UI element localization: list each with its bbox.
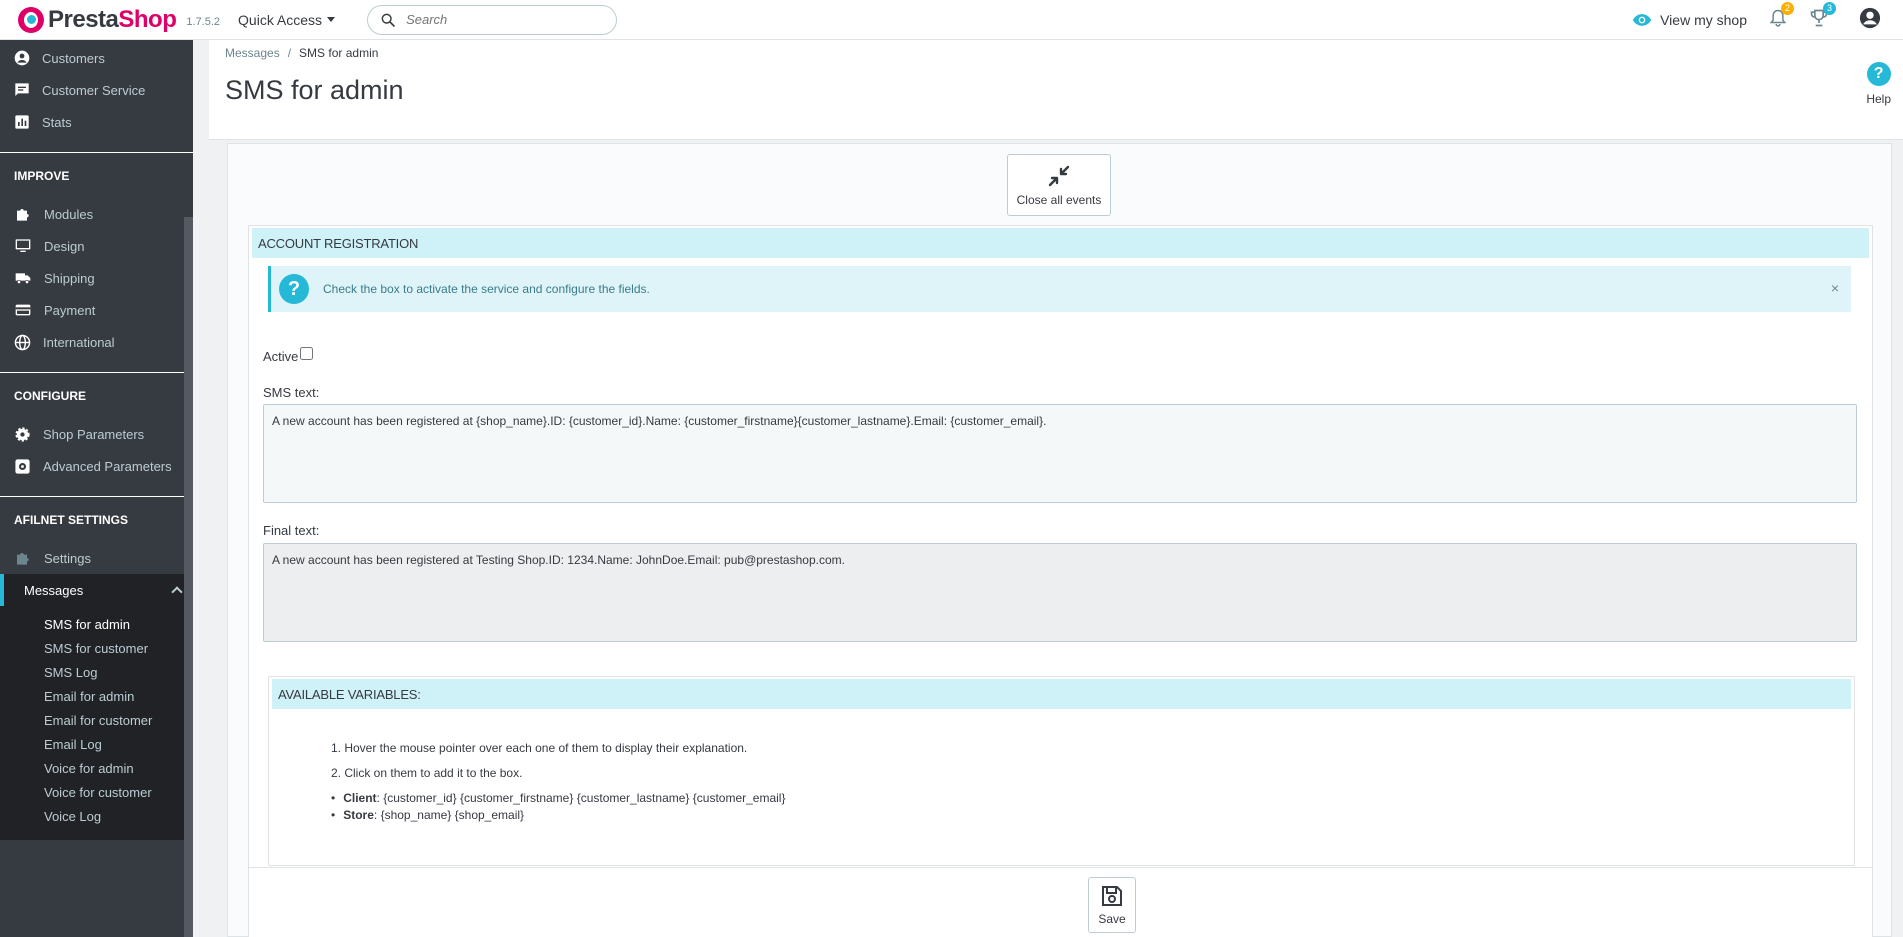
view-my-shop-link[interactable]: View my shop xyxy=(1632,12,1747,28)
puzzle-icon xyxy=(17,209,29,221)
account-icon xyxy=(1859,7,1881,29)
messages-submenu: SMS for admin SMS for customer SMS Log E… xyxy=(0,606,193,840)
close-icon[interactable]: × xyxy=(1831,280,1839,296)
sidebar-item-modules[interactable]: Modules xyxy=(0,198,193,230)
breadcrumb-current: SMS for admin xyxy=(299,46,379,60)
sidebar-item-shop-parameters[interactable]: Shop Parameters xyxy=(0,418,193,450)
page-header: Messages / SMS for admin SMS for admin ? H… xyxy=(209,40,1903,140)
sidebar-item-customer-service[interactable]: Customer Service xyxy=(0,74,193,106)
chat-icon xyxy=(15,83,29,96)
main-panel: Close all events ACCOUNT REGISTRATION ? … xyxy=(227,143,1892,937)
variable-customer-email[interactable]: {customer_email} xyxy=(693,791,786,805)
logo-text: PrestaShop xyxy=(48,5,177,33)
notifications-bell[interactable]: 2 xyxy=(1769,2,1794,31)
section-title[interactable]: ACCOUNT REGISTRATION xyxy=(252,228,1869,258)
version-label: 1.7.5.2 xyxy=(186,15,221,28)
alert-text: Check the box to activate the service an… xyxy=(323,282,650,296)
instruction-item: 1. Hover the mouse pointer over each one… xyxy=(331,741,748,755)
orders-count-badge: 2 xyxy=(1781,2,1794,15)
variable-customer-firstname[interactable]: {customer_firstname} xyxy=(460,791,573,805)
submenu-sms-log[interactable]: SMS Log xyxy=(0,660,193,684)
puzzle-icon xyxy=(17,553,29,565)
eye-icon xyxy=(1632,13,1652,26)
sidebar-item-advanced-parameters[interactable]: Advanced Parameters xyxy=(0,450,193,482)
search-box[interactable] xyxy=(367,4,618,35)
submenu-sms-for-customer[interactable]: SMS for customer xyxy=(0,636,193,660)
sidebar-section-improve: IMPROVE xyxy=(0,152,193,198)
chevron-up-icon xyxy=(171,586,183,598)
caret-down-icon xyxy=(327,17,336,22)
save-button[interactable]: Save xyxy=(1088,877,1136,933)
available-variables-box: AVAILABLE VARIABLES: 1. Hover the mouse … xyxy=(268,676,1855,866)
submenu-email-for-admin[interactable]: Email for admin xyxy=(0,684,193,708)
collapse-arrows-icon xyxy=(1048,165,1070,186)
breadcrumb: Messages / SMS for admin xyxy=(225,46,379,60)
sidebar-item-afilnet-settings[interactable]: Settings xyxy=(0,542,193,574)
help-icon: ? xyxy=(1866,62,1891,86)
gear-icon xyxy=(15,426,30,442)
sidebar-item-payment[interactable]: Payment xyxy=(0,294,193,326)
sidebar-item-messages[interactable]: Messages xyxy=(0,574,193,606)
employee-menu[interactable] xyxy=(1859,7,1881,32)
credit-card-icon xyxy=(15,304,31,316)
client-variables: Client: {customer_id} {customer_firstnam… xyxy=(331,791,785,805)
instruction-item: 2. Click on them to add it to the box. xyxy=(331,766,523,780)
submenu-voice-for-admin[interactable]: Voice for admin xyxy=(0,756,193,780)
submenu-email-log[interactable]: Email Log xyxy=(0,732,193,756)
active-checkbox[interactable] xyxy=(300,347,314,360)
sms-text-label: SMS text: xyxy=(263,385,320,400)
sidebar-nav: Customers Customer Service Stats IMPROVE… xyxy=(0,40,193,937)
close-all-events-button[interactable]: Close all events xyxy=(1007,154,1111,216)
top-header: PrestaShop 1.7.5.2 Quick Access View my … xyxy=(0,0,1903,40)
search-input[interactable] xyxy=(406,12,597,27)
save-icon xyxy=(1102,886,1122,906)
truck-icon xyxy=(15,273,31,284)
sms-text-input[interactable]: A new account has been registered at {sh… xyxy=(263,404,1857,503)
page-title: SMS for admin xyxy=(225,75,404,105)
variable-customer-lastname[interactable]: {customer_lastname} xyxy=(577,791,690,805)
sidebar-item-customers[interactable]: Customers xyxy=(0,42,193,74)
variable-customer-id[interactable]: {customer_id} xyxy=(383,791,456,805)
quick-access-dropdown[interactable]: Quick Access xyxy=(238,12,336,28)
customers-count-badge: 3 xyxy=(1823,2,1836,15)
variable-shop-email[interactable]: {shop_email} xyxy=(455,808,524,822)
variables-list: 1. Hover the mouse pointer over each one… xyxy=(331,741,785,825)
account-circle-icon xyxy=(14,50,30,66)
sidebar-scrollbar[interactable] xyxy=(184,217,193,937)
submenu-email-for-customer[interactable]: Email for customer xyxy=(0,708,193,732)
sidebar-section-afilnet: AFILNET SETTINGS xyxy=(0,496,193,542)
search-icon xyxy=(381,13,395,27)
account-registration-form: ACCOUNT REGISTRATION ? Check the box to … xyxy=(248,225,1873,937)
form-footer-divider xyxy=(248,867,1873,868)
sidebar-item-international[interactable]: International xyxy=(0,326,193,358)
globe-icon xyxy=(14,334,31,350)
sidebar-section-configure: CONFIGURE xyxy=(0,372,193,418)
sidebar-item-stats[interactable]: Stats xyxy=(0,106,193,138)
submenu-sms-for-admin[interactable]: SMS for admin xyxy=(0,612,193,636)
variables-title: AVAILABLE VARIABLES: xyxy=(272,679,1851,709)
store-variables: Store: {shop_name} {shop_email} xyxy=(331,808,785,822)
question-icon: ? xyxy=(279,274,309,304)
bar-chart-icon xyxy=(15,115,29,129)
submenu-voice-log[interactable]: Voice Log xyxy=(0,804,193,828)
help-button[interactable]: ? Help xyxy=(1866,62,1891,106)
desktop-icon xyxy=(15,239,31,252)
active-label: Active xyxy=(263,349,299,364)
breadcrumb-link-messages[interactable]: Messages xyxy=(225,46,280,60)
submenu-voice-for-customer[interactable]: Voice for customer xyxy=(0,780,193,804)
final-text-label: Final text: xyxy=(263,523,320,538)
prestashop-logo[interactable]: PrestaShop xyxy=(18,5,177,34)
sidebar-item-shipping[interactable]: Shipping xyxy=(0,262,193,294)
customers-trophy[interactable]: 3 xyxy=(1809,2,1836,31)
prestashop-logo-icon xyxy=(18,6,44,33)
info-alert: ? Check the box to activate the service … xyxy=(268,266,1851,312)
variable-shop-name[interactable]: {shop_name} xyxy=(381,808,452,822)
sidebar-item-design[interactable]: Design xyxy=(0,230,193,262)
final-text-output: A new account has been registered at Tes… xyxy=(263,543,1857,642)
settings-box-icon xyxy=(15,458,30,474)
active-row: Active xyxy=(263,347,314,364)
